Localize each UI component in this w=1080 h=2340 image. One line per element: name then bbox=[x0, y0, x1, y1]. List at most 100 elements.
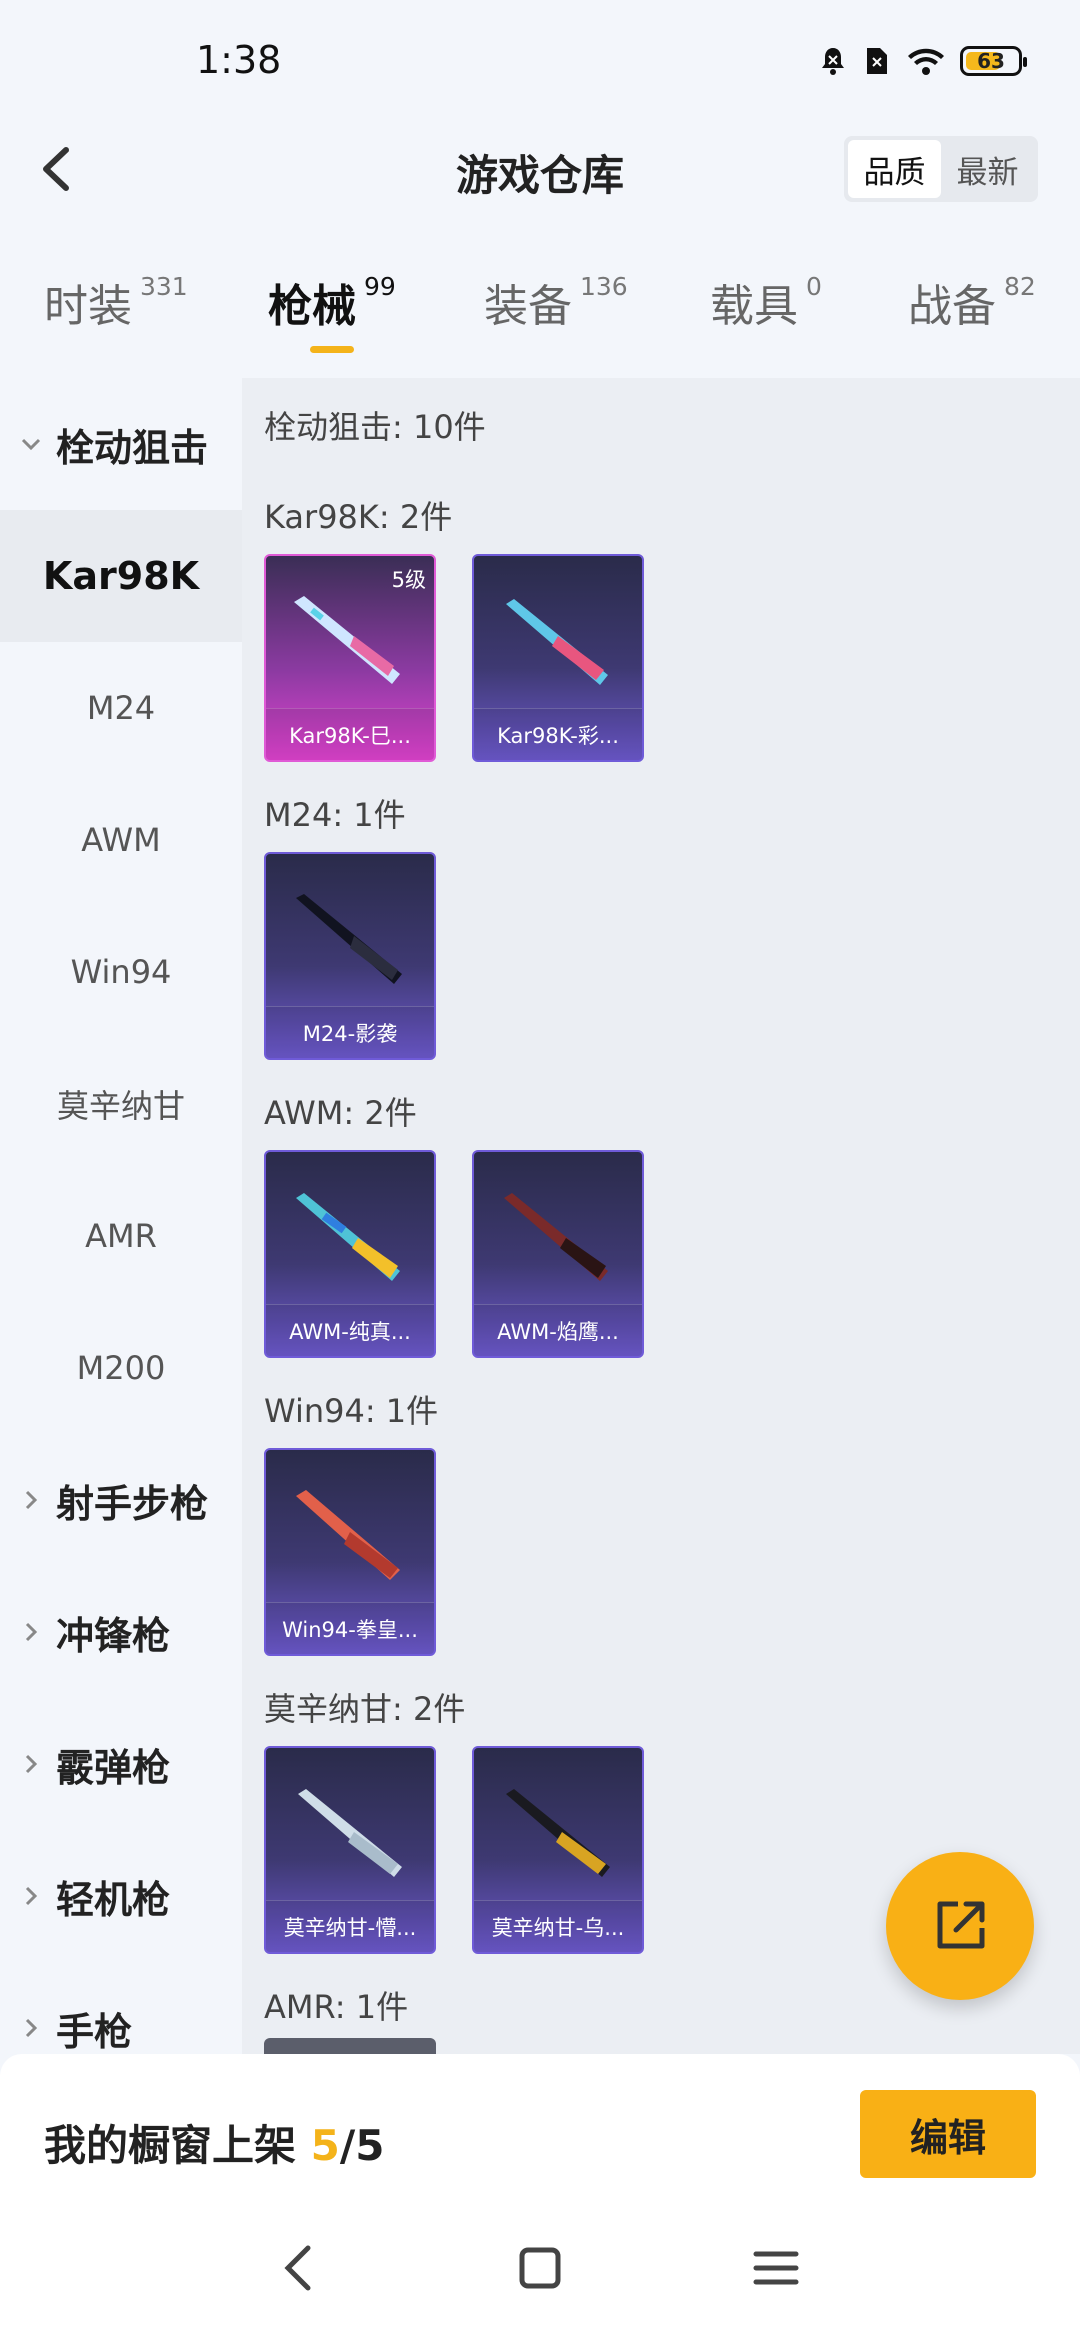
group-title: M24: 1件 bbox=[264, 796, 406, 834]
tab-firearms[interactable]: 枪械 99 bbox=[268, 270, 396, 334]
rifle-icon bbox=[294, 596, 400, 684]
item-name: 莫辛纳甘-懵... bbox=[266, 1900, 434, 1952]
sidebar-group-dmr[interactable]: 射手步枪 bbox=[0, 1434, 242, 1566]
rifle-icon bbox=[504, 1193, 608, 1281]
tab-label: 装备 bbox=[484, 281, 572, 332]
item-card[interactable]: AWM-纯真... bbox=[264, 1150, 436, 1358]
sort-option-newest[interactable]: 最新 bbox=[941, 140, 1034, 198]
weapon-list[interactable]: 栓动狙击: 10件 Kar98K: 2件 5级 Kar98K-巳... Kar9… bbox=[242, 378, 1080, 2054]
tab-vehicles[interactable]: 载具 0 bbox=[710, 270, 822, 334]
tab-count: 82 bbox=[1004, 272, 1036, 301]
system-nav-bar bbox=[0, 2214, 1080, 2340]
group-title: AWM: 2件 bbox=[264, 1094, 417, 1132]
notification-muted-icon bbox=[818, 44, 848, 78]
status-icons: 63 bbox=[818, 44, 1027, 78]
item-card-partial[interactable] bbox=[264, 2038, 436, 2054]
chevron-right-icon bbox=[25, 1490, 38, 1510]
chevron-down-icon bbox=[21, 438, 41, 451]
item-card[interactable]: AWM-焰鹰... bbox=[472, 1150, 644, 1358]
sidebar-group-label: 栓动狙击 bbox=[56, 425, 209, 470]
nav-back-icon bbox=[284, 2245, 311, 2291]
sidebar-group-smg[interactable]: 冲锋枪 bbox=[0, 1566, 242, 1698]
battery-icon: 63 bbox=[960, 46, 1027, 76]
sidebar-item-mosin[interactable]: 莫辛纳甘 bbox=[0, 1038, 242, 1170]
sort-toggle[interactable]: 品质 最新 bbox=[844, 136, 1038, 202]
tab-count: 99 bbox=[364, 272, 396, 301]
rifle-icon bbox=[298, 1789, 402, 1877]
sidebar-item-awm[interactable]: AWM bbox=[0, 774, 242, 906]
nav-menu-button[interactable] bbox=[746, 2238, 806, 2298]
showcase-bar: 我的橱窗上架 5/5 编辑 bbox=[0, 2054, 1080, 2214]
sim-off-icon bbox=[862, 44, 892, 78]
item-card[interactable]: 莫辛纳甘-乌... bbox=[472, 1746, 644, 1954]
item-card[interactable]: Win94-拳皇... bbox=[264, 1448, 436, 1656]
item-name: AWM-纯真... bbox=[266, 1304, 434, 1356]
sidebar-item-m24[interactable]: M24 bbox=[0, 642, 242, 774]
share-button[interactable] bbox=[886, 1852, 1034, 2000]
item-name: Kar98K-彩... bbox=[474, 708, 642, 760]
nav-menu-icon bbox=[753, 2251, 799, 2285]
sidebar-group-shotgun[interactable]: 霰弹枪 bbox=[0, 1698, 242, 1830]
chevron-right-icon bbox=[25, 1622, 38, 1642]
item-card[interactable]: 莫辛纳甘-懵... bbox=[264, 1746, 436, 1954]
tab-label: 战备 bbox=[908, 281, 996, 332]
group-title: Win94: 1件 bbox=[264, 1392, 439, 1430]
status-bar: 1:38 63 bbox=[0, 0, 1080, 120]
showcase-current-count: 5 bbox=[310, 2121, 340, 2170]
chevron-right-icon bbox=[25, 1886, 38, 1906]
sort-option-quality[interactable]: 品质 bbox=[848, 140, 941, 198]
item-name: M24-影袭 bbox=[266, 1006, 434, 1058]
group-title: 莫辛纳甘: 2件 bbox=[264, 1690, 466, 1728]
item-name: AWM-焰鹰... bbox=[474, 1304, 642, 1356]
item-card[interactable]: M24-影袭 bbox=[264, 852, 436, 1060]
tab-label: 时装 bbox=[44, 281, 132, 332]
sidebar-group-pistol[interactable]: 手枪 bbox=[0, 1962, 242, 2054]
share-icon bbox=[937, 1901, 985, 1949]
sidebar-item-amr[interactable]: AMR bbox=[0, 1170, 242, 1302]
tab-count: 331 bbox=[140, 272, 188, 301]
item-card[interactable]: 5级 Kar98K-巳... bbox=[264, 554, 436, 762]
tab-equipment[interactable]: 装备 136 bbox=[484, 270, 628, 334]
sidebar-group-label: 射手步枪 bbox=[56, 1481, 209, 1526]
nav-home-button[interactable] bbox=[510, 2238, 570, 2298]
rifle-icon bbox=[506, 1789, 610, 1877]
showcase-status: 我的橱窗上架 5/5 bbox=[44, 2112, 384, 2173]
status-time: 1:38 bbox=[196, 38, 282, 82]
rifle-icon bbox=[506, 599, 608, 685]
rifle-icon bbox=[296, 894, 402, 984]
tab-fashion[interactable]: 时装 331 bbox=[44, 270, 188, 334]
group-title: Kar98K: 2件 bbox=[264, 498, 453, 536]
sidebar-item-m200[interactable]: M200 bbox=[0, 1302, 242, 1434]
sidebar-group-label: 霰弹枪 bbox=[56, 1745, 171, 1790]
category-tabs: 时装 331 枪械 99 装备 136 载具 0 战备 82 bbox=[0, 270, 1080, 360]
showcase-total-count: /5 bbox=[339, 2121, 385, 2170]
sidebar-group-label: 冲锋枪 bbox=[56, 1613, 171, 1658]
header: 游戏仓库 品质 最新 bbox=[0, 120, 1080, 220]
sidebar-group-lmg[interactable]: 轻机枪 bbox=[0, 1830, 242, 1962]
category-summary: 栓动狙击: 10件 bbox=[264, 408, 486, 446]
tab-count: 0 bbox=[806, 272, 822, 301]
sidebar-item-win94[interactable]: Win94 bbox=[0, 906, 242, 1038]
weapon-type-sidebar: 栓动狙击 Kar98K M24 AWM Win94 莫辛纳甘 AMR M200 … bbox=[0, 378, 242, 2054]
item-name: Win94-拳皇... bbox=[266, 1602, 434, 1654]
sidebar-group-label: 手枪 bbox=[56, 2009, 133, 2054]
chevron-right-icon bbox=[25, 1754, 38, 1774]
nav-home-icon bbox=[519, 2247, 561, 2289]
sidebar-group-label: 轻机枪 bbox=[56, 1877, 171, 1922]
nav-back-button[interactable] bbox=[270, 2238, 330, 2298]
item-name: 莫辛纳甘-乌... bbox=[474, 1900, 642, 1952]
tab-label: 载具 bbox=[710, 281, 798, 332]
tab-label: 枪械 bbox=[268, 281, 356, 332]
sidebar-item-kar98k[interactable]: Kar98K bbox=[0, 510, 242, 642]
edit-button[interactable]: 编辑 bbox=[860, 2090, 1036, 2178]
item-name: Kar98K-巳... bbox=[266, 708, 434, 760]
chevron-right-icon bbox=[25, 2018, 38, 2038]
tab-supplies[interactable]: 战备 82 bbox=[908, 270, 1036, 334]
rifle-icon bbox=[296, 1193, 400, 1281]
showcase-label: 我的橱窗上架 bbox=[44, 2121, 311, 2170]
rifle-icon bbox=[296, 1490, 400, 1580]
tab-active-indicator bbox=[310, 346, 354, 353]
tab-count: 136 bbox=[580, 272, 628, 301]
sidebar-group-bolt-action[interactable]: 栓动狙击 bbox=[0, 378, 242, 510]
item-card[interactable]: Kar98K-彩... bbox=[472, 554, 644, 762]
